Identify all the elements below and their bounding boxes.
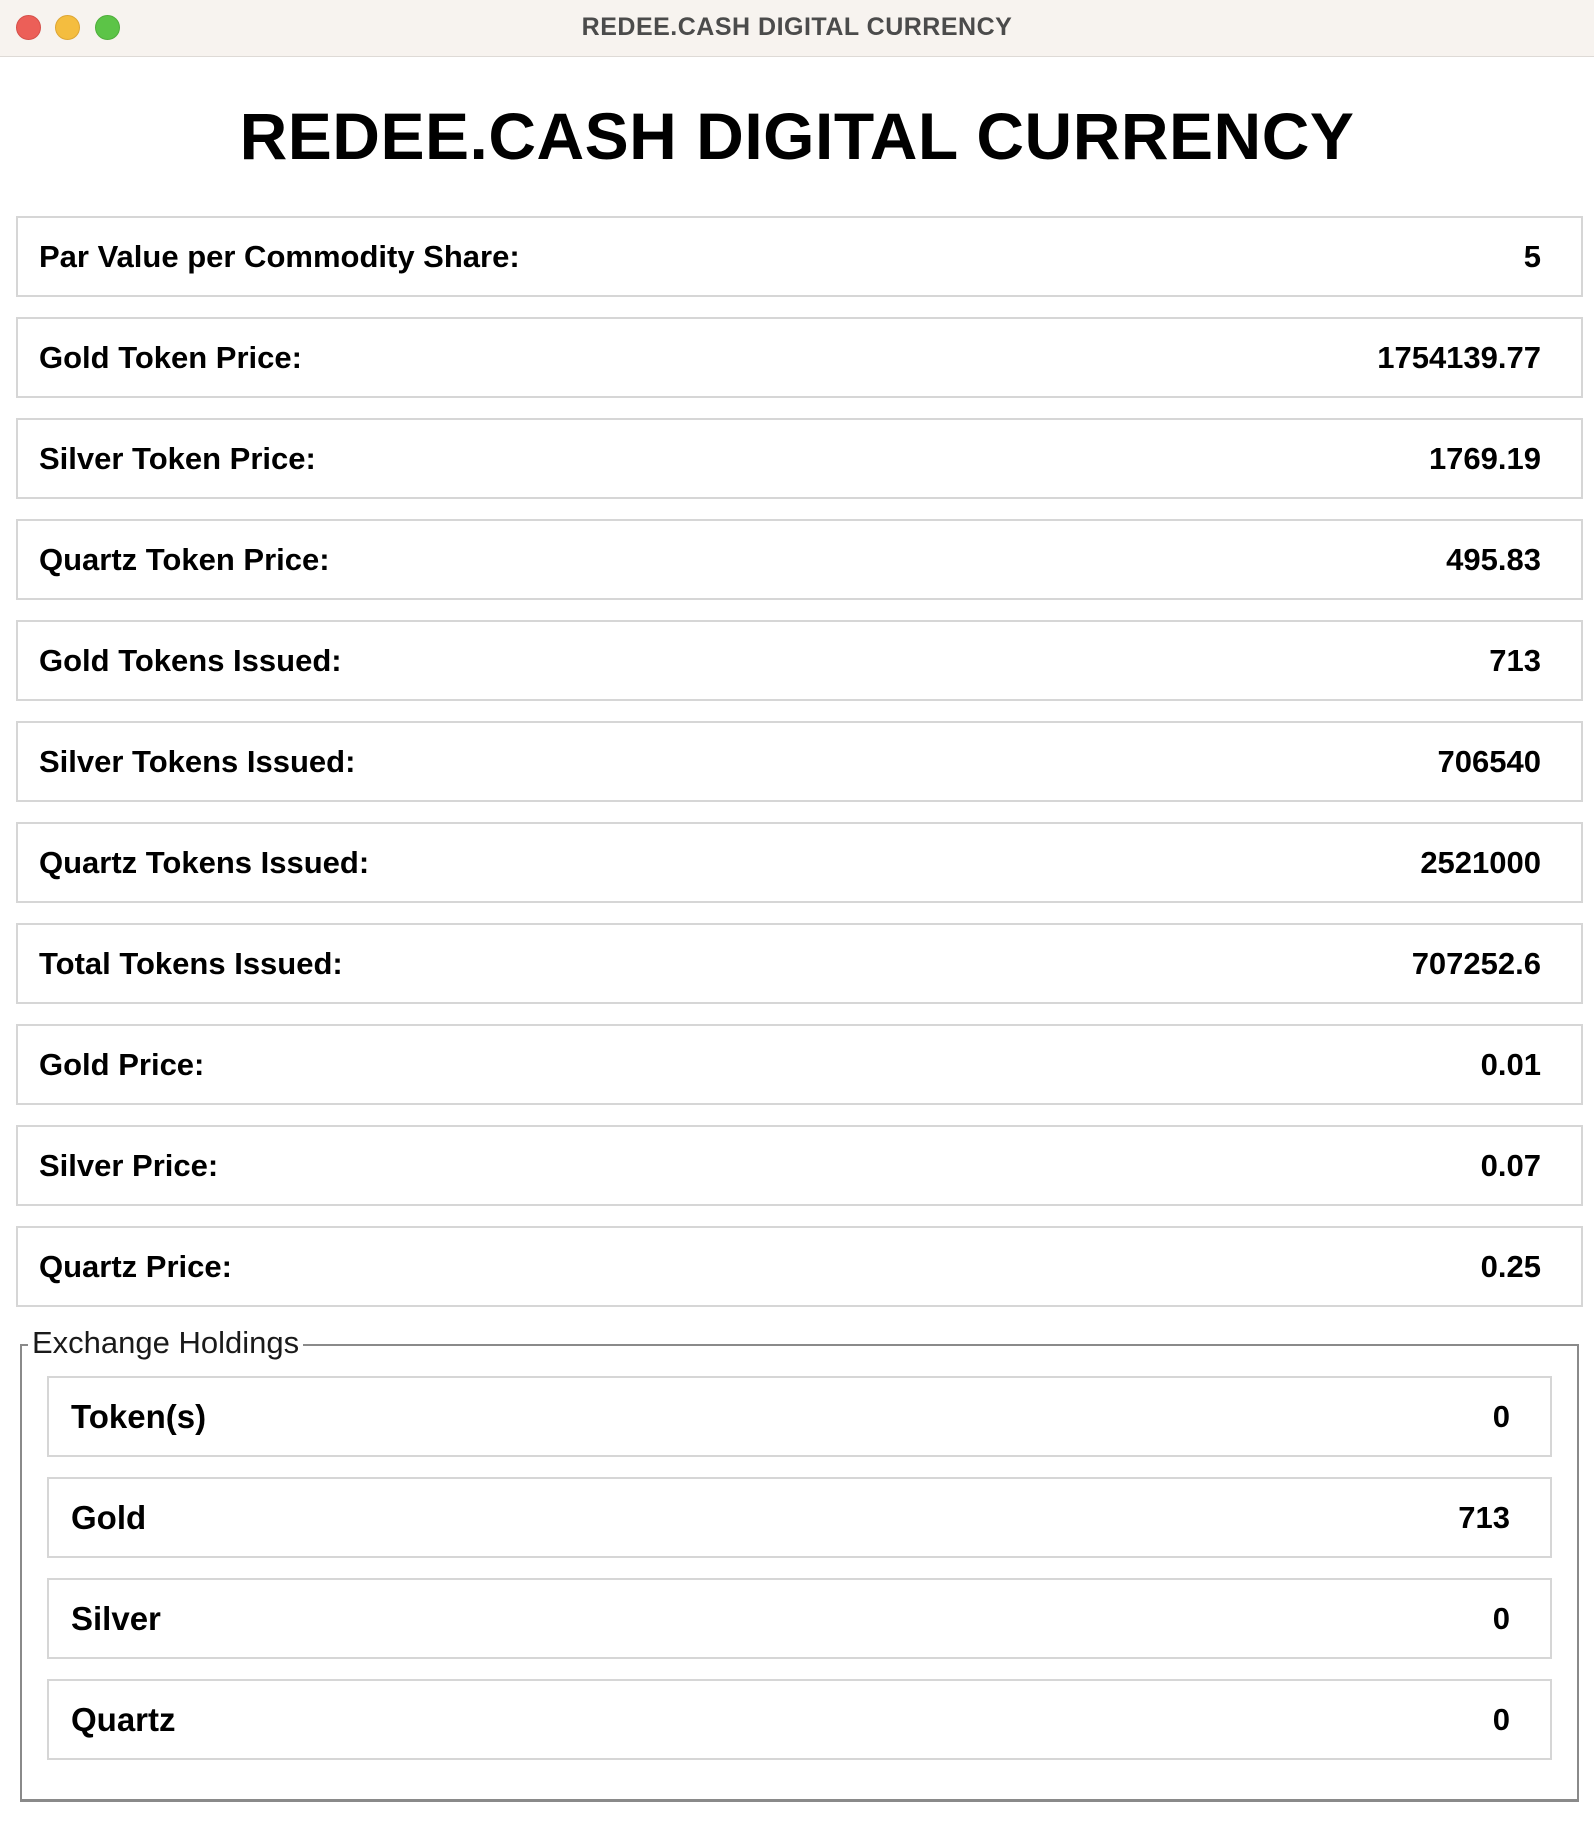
stat-row-gold-price: Gold Price: 0.01 (16, 1024, 1583, 1105)
stat-row-silver-price: Silver Price: 0.07 (16, 1125, 1583, 1206)
stat-value: 1769.19 (1428, 440, 1541, 476)
stat-label: Quartz Price: (39, 1248, 232, 1284)
stat-value: 0.25 (1480, 1248, 1541, 1284)
stat-row-gold-tokens-issued: Gold Tokens Issued: 713 (16, 620, 1583, 701)
stat-label: Silver Price: (39, 1147, 219, 1183)
holding-value: 0 (1492, 1600, 1510, 1636)
page-heading: REDEE.CASH DIGITAL CURRENCY (239, 99, 1355, 173)
stat-row-total-tokens-issued: Total Tokens Issued: 707252.6 (16, 923, 1583, 1004)
holding-value: 0 (1492, 1701, 1510, 1737)
stat-label: Silver Tokens Issued: (39, 743, 356, 779)
stat-row-par-value: Par Value per Commodity Share: 5 (16, 216, 1583, 297)
holding-label: Gold (71, 1498, 147, 1536)
holding-label: Quartz (71, 1700, 176, 1738)
stat-value: 713 (1489, 642, 1541, 678)
stat-label: Total Tokens Issued: (39, 945, 343, 981)
stat-value: 706540 (1437, 743, 1541, 779)
holding-value: 0 (1492, 1398, 1510, 1434)
stat-label: Gold Tokens Issued: (39, 642, 342, 678)
stat-value: 495.83 (1446, 541, 1541, 577)
stat-value: 0.07 (1480, 1147, 1541, 1183)
stat-row-quartz-token-price: Quartz Token Price: 495.83 (16, 519, 1583, 600)
holding-row-gold: Gold 713 (47, 1477, 1552, 1558)
stat-label: Silver Token Price: (39, 440, 316, 476)
stat-row-quartz-price: Quartz Price: 0.25 (16, 1226, 1583, 1307)
stat-label: Quartz Token Price: (39, 541, 330, 577)
stat-row-gold-token-price: Gold Token Price: 1754139.77 (16, 317, 1583, 398)
holding-label: Token(s) (71, 1397, 207, 1435)
stats-list: Par Value per Commodity Share: 5 Gold To… (16, 216, 1583, 1327)
stat-value: 2521000 (1420, 844, 1541, 880)
holding-row-silver: Silver 0 (47, 1578, 1552, 1659)
exchange-holdings-legend: Exchange Holdings (28, 1325, 304, 1361)
app-window: REDEE.CASH DIGITAL CURRENCY REDEE.CASH D… (0, 0, 1594, 1836)
stat-row-silver-token-price: Silver Token Price: 1769.19 (16, 418, 1583, 499)
holding-row-quartz: Quartz 0 (47, 1679, 1552, 1760)
stat-label: Quartz Tokens Issued: (39, 844, 370, 880)
stat-value: 1754139.77 (1377, 339, 1541, 375)
stat-label: Par Value per Commodity Share: (39, 238, 520, 274)
stat-value: 5 (1523, 238, 1541, 274)
holding-label: Silver (71, 1599, 161, 1637)
title-bar[interactable]: REDEE.CASH DIGITAL CURRENCY (0, 0, 1594, 57)
stat-value: 0.01 (1480, 1046, 1541, 1082)
stat-label: Gold Token Price: (39, 339, 302, 375)
stat-row-quartz-tokens-issued: Quartz Tokens Issued: 2521000 (16, 822, 1583, 903)
stat-row-silver-tokens-issued: Silver Tokens Issued: 706540 (16, 721, 1583, 802)
holding-row-tokens: Token(s) 0 (47, 1376, 1552, 1457)
holding-value: 713 (1458, 1499, 1510, 1535)
window-title: REDEE.CASH DIGITAL CURRENCY (581, 13, 1013, 41)
exchange-holdings-list: Token(s) 0 Gold 713 Silver 0 Quartz 0 (47, 1376, 1552, 1780)
stat-value: 707252.6 (1411, 945, 1541, 981)
stat-label: Gold Price: (39, 1046, 205, 1082)
